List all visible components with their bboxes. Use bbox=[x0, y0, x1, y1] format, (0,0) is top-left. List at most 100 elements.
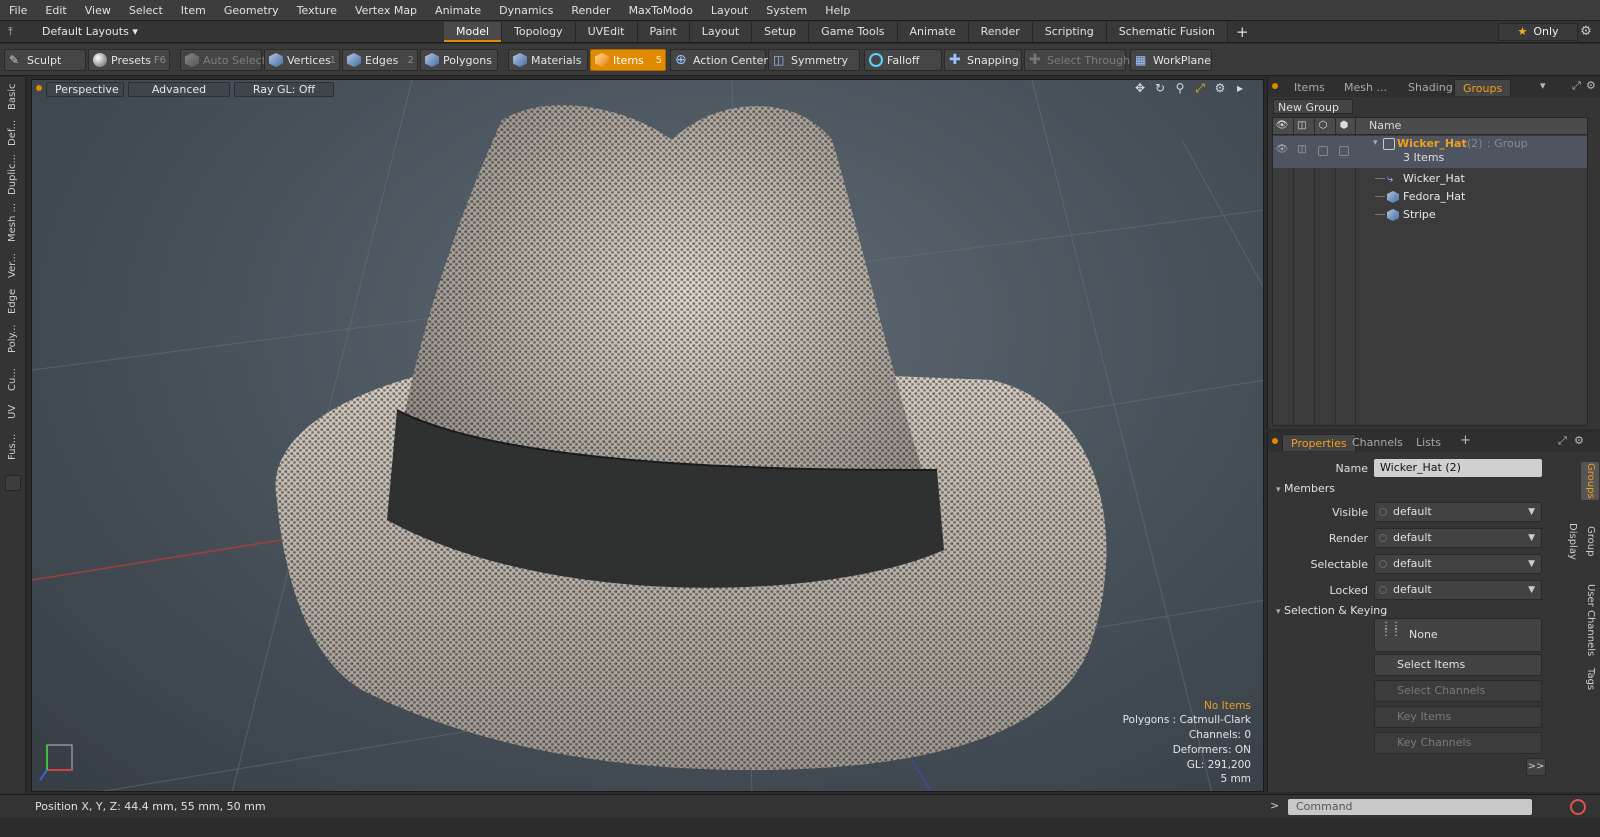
members-section[interactable]: ▾ Members bbox=[1276, 482, 1335, 495]
vertices-button[interactable]: Vertices 1 bbox=[264, 49, 340, 71]
side-tab-user-channels[interactable]: User Channels bbox=[1581, 582, 1599, 658]
viewport-gear-icon[interactable]: ⚙ bbox=[1213, 81, 1227, 96]
eye-icon[interactable]: 👁 bbox=[1275, 120, 1289, 133]
selection-keying-section[interactable]: ▾ Selection & Keying bbox=[1276, 604, 1387, 617]
menu-animate[interactable]: Animate bbox=[426, 0, 490, 21]
tree-row-group[interactable]: 👁 ◫ ▾ Wicker_Hat (2) : Group 3 Items bbox=[1273, 136, 1587, 168]
render-icon[interactable]: ◫ bbox=[1295, 120, 1309, 133]
left-tab-duplicate[interactable]: Duplic... bbox=[3, 154, 23, 195]
command-input[interactable]: Command bbox=[1288, 799, 1532, 815]
left-tab-uv[interactable]: UV bbox=[3, 401, 23, 423]
menu-texture[interactable]: Texture bbox=[288, 0, 346, 21]
rotate-view-icon[interactable]: ↻ bbox=[1153, 81, 1167, 96]
tab-setup[interactable]: Setup bbox=[752, 22, 810, 42]
left-tab-mesh[interactable]: Mesh ... bbox=[3, 201, 23, 243]
visible-dropdown[interactable]: default ▼ bbox=[1374, 502, 1542, 522]
key-channels-button[interactable]: Key Channels bbox=[1374, 732, 1542, 754]
auto-select-button[interactable]: Auto Select bbox=[180, 49, 266, 71]
play-arrow-icon[interactable]: ▸ bbox=[1233, 81, 1247, 96]
tab-layout[interactable]: Layout bbox=[689, 22, 753, 42]
raygl-toggle[interactable]: Ray GL: Off bbox=[234, 82, 334, 97]
more-button[interactable]: >> bbox=[1526, 758, 1546, 776]
menu-layout[interactable]: Layout bbox=[702, 0, 757, 21]
panel-gear-icon[interactable]: ⚙ bbox=[1586, 79, 1596, 92]
left-tabs-menu-button[interactable] bbox=[5, 475, 21, 491]
only-toggle[interactable]: ★ Only bbox=[1498, 23, 1578, 41]
gear-icon[interactable]: ⚙ bbox=[1578, 24, 1594, 40]
edges-button[interactable]: Edges 2 bbox=[342, 49, 418, 71]
left-tab-edge[interactable]: Edge bbox=[3, 287, 23, 315]
row-render-icon[interactable]: ◫ bbox=[1295, 144, 1309, 157]
presets-button[interactable]: Presets F6 bbox=[88, 49, 170, 71]
workplane-button[interactable]: ▦ WorkPlane bbox=[1130, 49, 1212, 71]
menu-vertex-map[interactable]: Vertex Map bbox=[346, 0, 426, 21]
panel-expand-icon[interactable]: ⤢ bbox=[1572, 79, 1581, 93]
menu-item[interactable]: Item bbox=[172, 0, 215, 21]
left-tab-deform[interactable]: Def... bbox=[3, 115, 23, 151]
tab-groups[interactable]: Groups bbox=[1454, 79, 1512, 96]
tree-row-item[interactable]: Stripe bbox=[1273, 206, 1587, 224]
left-tab-vertex[interactable]: Ver... bbox=[3, 249, 23, 283]
tab-game-tools[interactable]: Game Tools bbox=[809, 22, 898, 42]
pin-icon[interactable]: ⤒ bbox=[8, 25, 22, 39]
tab-model[interactable]: Model bbox=[444, 22, 503, 42]
tab-scripting[interactable]: Scripting bbox=[1032, 22, 1107, 42]
menu-maxtomodo[interactable]: MaxToModo bbox=[620, 0, 702, 21]
menu-dynamics[interactable]: Dynamics bbox=[490, 0, 562, 21]
render-dropdown[interactable]: default ▼ bbox=[1374, 528, 1542, 548]
materials-button[interactable]: Materials bbox=[508, 49, 588, 71]
row-lock-box[interactable] bbox=[1318, 146, 1328, 156]
layout-dropdown[interactable]: Default Layouts ▾ bbox=[36, 23, 144, 41]
group-collapse-icon[interactable]: ▾ bbox=[1373, 138, 1378, 148]
items-button[interactable]: Items 5 bbox=[590, 49, 666, 71]
row-eye-icon[interactable]: 👁 bbox=[1275, 144, 1289, 157]
side-tab-group-display[interactable]: Group Display bbox=[1567, 506, 1599, 576]
tab-schematic-fusion[interactable]: Schematic Fusion bbox=[1106, 22, 1229, 42]
viewport-menu-dot[interactable] bbox=[36, 85, 42, 91]
left-tab-fusion[interactable]: Fus... bbox=[3, 427, 23, 467]
properties-expand-icon[interactable]: ⤢ bbox=[1558, 434, 1567, 448]
falloff-button[interactable]: Falloff bbox=[864, 49, 942, 71]
properties-gear-icon[interactable]: ⚙ bbox=[1574, 434, 1584, 447]
selectable-dropdown[interactable]: default ▼ bbox=[1374, 554, 1542, 574]
tab-paint[interactable]: Paint bbox=[637, 22, 690, 42]
left-tab-basic[interactable]: Basic bbox=[3, 83, 23, 111]
menu-edit[interactable]: Edit bbox=[36, 0, 75, 21]
menu-render[interactable]: Render bbox=[562, 0, 619, 21]
side-tab-tags[interactable]: Tags bbox=[1581, 664, 1599, 694]
tabs-overflow-icon[interactable]: ▾ bbox=[1540, 79, 1546, 92]
shading-dropdown[interactable]: Advanced bbox=[128, 82, 230, 97]
record-icon[interactable] bbox=[1570, 799, 1586, 815]
tab-topology[interactable]: Topology bbox=[502, 22, 576, 42]
polygons-button[interactable]: Polygons bbox=[420, 49, 498, 71]
sculpt-button[interactable]: ✎ Sculpt bbox=[4, 49, 86, 71]
view-mode-dropdown[interactable]: Perspective bbox=[46, 82, 124, 97]
menu-geometry[interactable]: Geometry bbox=[215, 0, 288, 21]
none-button[interactable]: ⋮⋮ ⋮⋮ None bbox=[1374, 618, 1542, 652]
add-tab-icon[interactable]: + bbox=[1460, 433, 1471, 448]
left-tab-curve[interactable]: Cu... bbox=[3, 363, 23, 397]
menu-system[interactable]: System bbox=[757, 0, 816, 21]
zoom-view-icon[interactable]: ⚲ bbox=[1173, 81, 1187, 96]
menu-select[interactable]: Select bbox=[120, 0, 172, 21]
name-field[interactable]: Wicker_Hat (2) bbox=[1374, 459, 1542, 477]
side-tab-groups[interactable]: Groups bbox=[1581, 462, 1599, 500]
tree-row-item[interactable]: Fedora_Hat bbox=[1273, 188, 1587, 206]
tab-animate[interactable]: Animate bbox=[897, 22, 969, 42]
panel-menu-dot[interactable] bbox=[1272, 83, 1278, 89]
menu-view[interactable]: View bbox=[76, 0, 120, 21]
snapping-button[interactable]: ✚ Snapping bbox=[944, 49, 1022, 71]
select-icon[interactable]: ⬢ bbox=[1337, 120, 1351, 133]
select-through-button[interactable]: ✚ Select Through bbox=[1024, 49, 1130, 71]
action-center-button[interactable]: ⊕ Action Center bbox=[670, 49, 768, 71]
tab-uvedit[interactable]: UVEdit bbox=[575, 22, 638, 42]
move-view-icon[interactable]: ✥ bbox=[1133, 81, 1147, 96]
lock-icon[interactable]: ⬡ bbox=[1316, 120, 1330, 133]
tab-channels[interactable]: Channels bbox=[1344, 434, 1411, 451]
add-tab-icon[interactable]: + bbox=[1228, 22, 1257, 42]
select-channels-button[interactable]: Select Channels bbox=[1374, 680, 1542, 702]
tree-row-item[interactable]: ⤷ Wicker_Hat bbox=[1273, 170, 1587, 188]
tab-lists[interactable]: Lists bbox=[1408, 434, 1449, 451]
tab-shading[interactable]: Shading bbox=[1400, 79, 1461, 96]
3d-viewport[interactable]: Perspective Advanced Ray GL: Off ✥ ↻ ⚲ ⤢… bbox=[31, 79, 1264, 792]
